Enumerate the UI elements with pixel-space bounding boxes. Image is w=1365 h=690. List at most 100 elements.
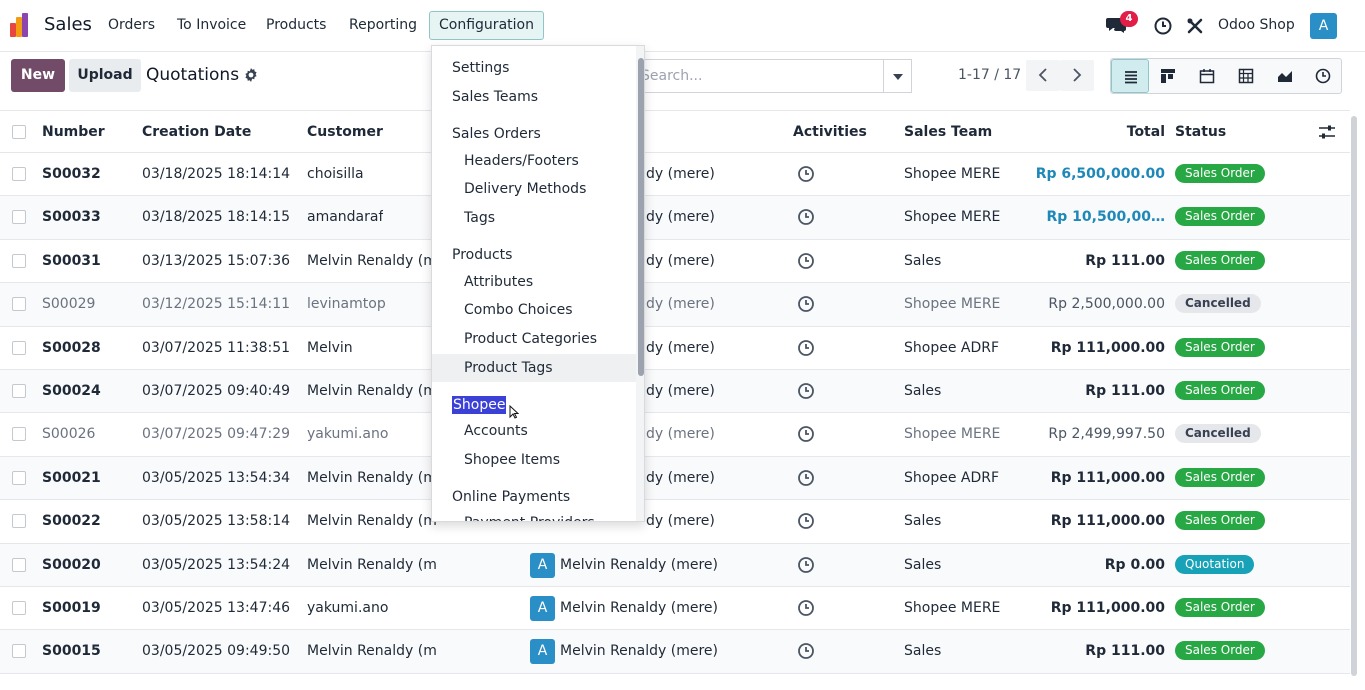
pager-next-button[interactable] bbox=[1060, 60, 1094, 91]
row-checkbox[interactable] bbox=[12, 601, 26, 615]
table-row[interactable]: S00033 03/18/2025 18:14:15 amandaraf dy (me… bbox=[0, 196, 1350, 240]
dropdown-item-tags[interactable]: Tags bbox=[432, 204, 636, 232]
dropdown-item-label: Product Tags bbox=[464, 360, 553, 376]
table-row[interactable]: S00020 03/05/2025 13:54:24 Melvin Renaldy … bbox=[0, 543, 1350, 587]
tools-icon[interactable] bbox=[1186, 17, 1204, 35]
menu-configuration[interactable]: Configuration bbox=[429, 11, 544, 40]
table-row[interactable]: S00019 03/05/2025 13:47:46 yakumi.ano A Melv… bbox=[0, 587, 1350, 631]
row-checkbox[interactable] bbox=[12, 514, 26, 529]
dropdown-item-products[interactable]: Products bbox=[432, 241, 636, 269]
activity-clock-icon[interactable] bbox=[797, 165, 815, 183]
table-row[interactable]: S00024 03/07/2025 09:40:49 Melvin Renaldy … bbox=[0, 370, 1350, 414]
pager-value[interactable]: 1-17 / 17 bbox=[958, 67, 1021, 83]
dropdown-item-label: Tags bbox=[464, 210, 495, 226]
row-checkbox[interactable] bbox=[12, 167, 26, 181]
column-activities[interactable]: Activities bbox=[793, 124, 867, 140]
page-scrollbar[interactable] bbox=[1351, 116, 1357, 676]
dropdown-item-sales-orders[interactable]: Sales Orders bbox=[432, 120, 636, 148]
gear-icon[interactable] bbox=[243, 67, 259, 83]
dropdown-scrollbar[interactable] bbox=[636, 46, 644, 521]
activity-clock-icon[interactable] bbox=[797, 512, 815, 530]
calendar-view-button[interactable] bbox=[1188, 59, 1226, 93]
status-badge: Sales Order bbox=[1175, 641, 1265, 661]
dropdown-item-label: Settings bbox=[452, 60, 510, 76]
activity-clock-icon[interactable] bbox=[797, 425, 815, 443]
dropdown-item-product-tags[interactable]: Product Tags bbox=[432, 354, 636, 382]
table-row[interactable]: S00022 03/05/2025 13:58:14 Melvin Renaldy … bbox=[0, 500, 1350, 544]
activity-clock-icon[interactable] bbox=[797, 339, 815, 357]
upload-button[interactable]: Upload bbox=[69, 59, 141, 92]
dropdown-item-product-categories[interactable]: Product Categories bbox=[432, 325, 636, 353]
dropdown-item-headers-footers[interactable]: Headers/Footers bbox=[432, 147, 636, 175]
row-checkbox[interactable] bbox=[12, 557, 26, 572]
activity-clock-icon[interactable] bbox=[797, 556, 815, 574]
activity-view-button[interactable] bbox=[1304, 59, 1342, 93]
company-switcher[interactable]: Odoo Shop bbox=[1218, 17, 1295, 33]
creation-date: 03/18/2025 18:14:15 bbox=[142, 209, 291, 226]
dropdown-item-sales-teams[interactable]: Sales Teams bbox=[432, 83, 636, 111]
table-row[interactable]: S00015 03/05/2025 09:49:50 Melvin Renaldy … bbox=[0, 630, 1350, 674]
activity-clock-icon[interactable] bbox=[797, 252, 815, 270]
menu-reporting[interactable]: Reporting bbox=[349, 17, 417, 33]
column-creation-date[interactable]: Creation Date bbox=[142, 124, 251, 140]
column-customer[interactable]: Customer bbox=[307, 124, 383, 140]
new-button[interactable]: New bbox=[11, 59, 65, 92]
dropdown-item-online-payments[interactable]: Online Payments bbox=[432, 483, 636, 511]
activity-clock-icon[interactable] bbox=[797, 469, 815, 487]
activity-clock-icon[interactable] bbox=[797, 208, 815, 226]
dropdown-item-shopee-items[interactable]: Shopee Items bbox=[432, 446, 636, 474]
pivot-view-button[interactable] bbox=[1227, 59, 1265, 93]
table-row[interactable]: S00028 03/07/2025 11:38:51 Melvin dy (mere)… bbox=[0, 327, 1350, 370]
dropdown-item-payment-providers[interactable]: Payment Providers bbox=[432, 509, 636, 521]
app-name[interactable]: Sales bbox=[44, 14, 92, 35]
row-checkbox[interactable] bbox=[12, 470, 26, 485]
activity-clock-icon[interactable] bbox=[797, 295, 815, 313]
kanban-view-button[interactable] bbox=[1149, 59, 1187, 93]
column-status[interactable]: Status bbox=[1175, 124, 1226, 140]
row-checkbox[interactable] bbox=[12, 253, 26, 268]
table-row[interactable]: S00032 03/18/2025 18:14:14 choisilla dy (me… bbox=[0, 153, 1350, 197]
activity-clock-icon[interactable] bbox=[797, 642, 815, 660]
menu-products[interactable]: Products bbox=[266, 17, 326, 33]
activity-clock-icon[interactable] bbox=[797, 382, 815, 400]
select-all-checkbox[interactable] bbox=[12, 125, 26, 139]
dropdown-item-accounts[interactable]: Accounts bbox=[432, 417, 636, 445]
list-view-button[interactable] bbox=[1111, 59, 1149, 93]
dropdown-item-combo-choices[interactable]: Combo Choices bbox=[432, 296, 636, 324]
search-input[interactable] bbox=[641, 68, 871, 84]
activity-clock-icon[interactable] bbox=[1154, 17, 1172, 35]
dropdown-item-shopee[interactable]: Shopee bbox=[432, 391, 636, 419]
sales-team: Sales bbox=[904, 252, 942, 269]
menu-to-invoice[interactable]: To Invoice bbox=[177, 17, 246, 33]
table-row[interactable]: S00021 03/05/2025 13:54:34 Melvin Renaldy … bbox=[0, 456, 1350, 501]
column-sales-team[interactable]: Sales Team bbox=[904, 124, 992, 140]
activity-clock-icon[interactable] bbox=[797, 599, 815, 617]
dropdown-item-settings[interactable]: Settings bbox=[432, 54, 636, 82]
dropdown-item-delivery-methods[interactable]: Delivery Methods bbox=[432, 175, 636, 203]
optional-columns-icon[interactable] bbox=[1318, 124, 1336, 140]
sales-app-icon[interactable] bbox=[10, 13, 34, 37]
table-row[interactable]: S00026 03/07/2025 09:47:29 yakumi.ano dy (m… bbox=[0, 413, 1350, 457]
user-avatar[interactable]: A bbox=[1310, 13, 1337, 39]
table-row[interactable]: S00029 03/12/2025 15:14:11 levinamtop dy (m… bbox=[0, 283, 1350, 327]
creation-date: 03/07/2025 09:40:49 bbox=[142, 383, 291, 399]
column-number[interactable]: Number bbox=[42, 124, 105, 140]
row-checkbox[interactable] bbox=[12, 384, 26, 398]
top-navbar: Sales Orders To Invoice Products Reporti… bbox=[0, 0, 1365, 52]
row-checkbox[interactable] bbox=[12, 427, 26, 442]
table-row[interactable]: S00031 03/13/2025 15:07:36 Melvin Renaldy … bbox=[0, 240, 1350, 284]
row-checkbox[interactable] bbox=[12, 644, 26, 659]
column-total[interactable]: Total bbox=[1005, 124, 1165, 140]
menu-orders[interactable]: Orders bbox=[108, 17, 155, 33]
sales-team: Shopee MERE bbox=[904, 426, 1001, 443]
dropdown-scrollbar-thumb[interactable] bbox=[638, 58, 644, 376]
row-checkbox[interactable] bbox=[12, 297, 26, 312]
search-options-toggle[interactable] bbox=[883, 59, 912, 93]
dropdown-item-attributes[interactable]: Attributes bbox=[432, 268, 636, 296]
row-checkbox[interactable] bbox=[12, 340, 26, 355]
graph-view-button[interactable] bbox=[1266, 59, 1304, 93]
order-total: Rp 111,000.00 bbox=[1050, 469, 1165, 486]
row-checkbox[interactable] bbox=[12, 210, 26, 225]
dropdown-item-label: Shopee bbox=[452, 396, 507, 414]
pager-previous-button[interactable] bbox=[1026, 60, 1060, 91]
